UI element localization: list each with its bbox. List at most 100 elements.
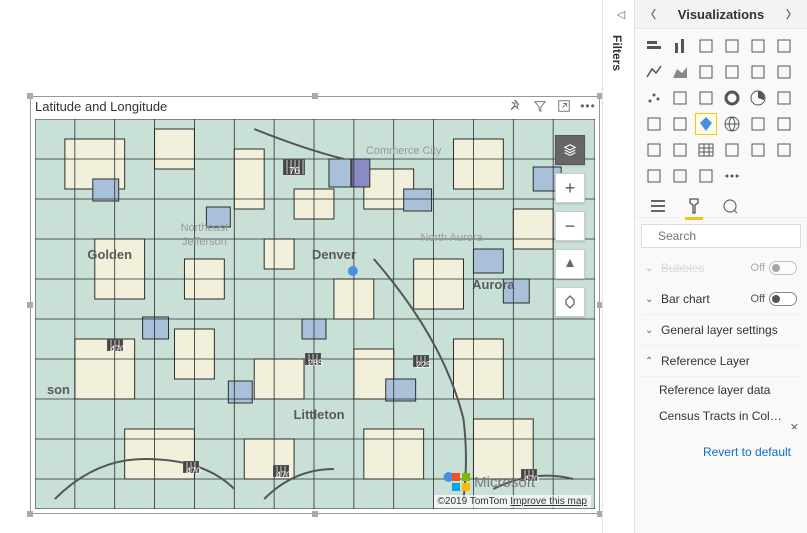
resize-handle[interactable] [312, 93, 318, 99]
visual-type-gauge[interactable] [773, 87, 795, 109]
visual-type-clustered-column[interactable] [721, 35, 743, 57]
visual-type-funnel[interactable] [669, 87, 691, 109]
bubbles-label: Bubbles [661, 261, 704, 275]
visual-type-ribbon[interactable] [747, 61, 769, 83]
reference-layer-label: Reference Layer [661, 354, 750, 368]
map-label-ne-1: Northeast [181, 222, 228, 234]
visual-type-more[interactable] [721, 165, 743, 187]
filters-pane-collapsed[interactable]: ◁ Filters [610, 4, 632, 524]
visualizations-header[interactable]: 〈 Visualizations 〉 [635, 0, 807, 29]
map-label-denver: Denver [312, 247, 356, 262]
map-label-golden: Golden [87, 247, 132, 262]
visual-type-table[interactable] [695, 139, 717, 161]
zoom-in-button[interactable]: + [555, 173, 585, 203]
map-label-ne-2: Jefferson [182, 236, 227, 248]
resize-handle[interactable] [312, 511, 318, 517]
reference-layer-file[interactable]: Census Tracts in Colorado... ✕ [641, 403, 801, 429]
resize-handle[interactable] [27, 93, 33, 99]
visual-type-arcgis-map[interactable] [721, 113, 743, 135]
expand-filters-icon[interactable]: ◁ [610, 4, 632, 21]
revert-to-default-link[interactable]: Revert to default [641, 429, 801, 465]
remove-layer-icon[interactable]: ✕ [790, 421, 799, 429]
focus-mode-icon[interactable] [557, 99, 571, 113]
expand-pane-icon[interactable]: 〉 [786, 6, 797, 22]
highway-shield: 76 [283, 159, 305, 175]
pitch-button[interactable] [555, 249, 585, 279]
map-label-son: son [47, 382, 70, 397]
bar-chart-label: Bar chart [661, 292, 710, 306]
visualizations-pane: 〈 Visualizations 〉 ⌄ Bubbles Off ⌄ Bar cha… [634, 0, 807, 533]
format-search[interactable] [641, 224, 801, 248]
visual-type-key-influencers[interactable] [669, 165, 691, 187]
visual-type-area[interactable] [669, 61, 691, 83]
map-label-aurora: Aurora [472, 277, 515, 292]
visual-type-line-column[interactable] [721, 61, 743, 83]
visual-type-treemap[interactable] [695, 87, 717, 109]
visual-type-stacked-column-100[interactable] [773, 35, 795, 57]
highway-shield: 285 [305, 353, 321, 365]
resize-handle[interactable] [27, 302, 33, 308]
resize-handle[interactable] [27, 511, 33, 517]
zoom-out-button[interactable]: − [555, 211, 585, 241]
highway-shield: 225 [413, 355, 429, 367]
visual-type-donut[interactable] [721, 87, 743, 109]
chevron-down-icon[interactable]: ⌄ [645, 294, 655, 305]
visual-type-multi-card[interactable] [669, 113, 691, 135]
visual-type-stacked-column[interactable] [669, 35, 691, 57]
visual-type-pie[interactable] [747, 87, 769, 109]
visual-type-line[interactable] [643, 61, 665, 83]
visual-type-python-visual[interactable] [773, 139, 795, 161]
map-attribution: ©2019 TomTom Improve this map [434, 495, 591, 508]
report-canvas[interactable]: Latitude and Longitude ••• [0, 0, 602, 533]
bar-chart-toggle[interactable] [769, 292, 797, 306]
format-tabs [635, 193, 807, 218]
chevron-down-icon[interactable]: ⌄ [645, 263, 655, 274]
chevron-up-icon[interactable]: ⌃ [645, 356, 655, 367]
map-layers-button[interactable] [555, 135, 585, 165]
visual-type-card[interactable] [643, 113, 665, 135]
visual-type-clustered-bar[interactable] [695, 35, 717, 57]
visual-type-stacked-bar-100[interactable] [747, 35, 769, 57]
collapse-pane-icon[interactable]: 〈 [645, 6, 656, 22]
pane-title: Visualizations [678, 7, 764, 22]
chevron-down-icon[interactable]: ⌄ [645, 325, 655, 336]
fields-tab[interactable] [649, 197, 667, 215]
format-tab[interactable] [685, 197, 703, 215]
filter-icon[interactable] [533, 99, 547, 113]
bubbles-toggle[interactable] [769, 261, 797, 275]
map-label-commerce-city: Commerce City [366, 145, 442, 157]
analytics-tab[interactable] [721, 197, 739, 215]
visual-type-shape-map[interactable] [669, 139, 691, 161]
visual-type-filled-map[interactable] [643, 139, 665, 161]
highway-shield: 470 [273, 465, 289, 477]
pane-divider [602, 0, 603, 533]
highway-shield: 470 [107, 339, 123, 351]
bar-chart-state: Off [751, 293, 765, 305]
more-options-icon[interactable]: ••• [581, 99, 595, 113]
visual-gallery [635, 29, 807, 193]
visual-type-kpi[interactable] [747, 113, 769, 135]
visual-type-waterfall[interactable] [773, 61, 795, 83]
visual-type-decomposition[interactable] [695, 165, 717, 187]
highway-shield: 470 [183, 461, 199, 473]
visual-type-stacked-bar[interactable] [643, 35, 665, 57]
filters-label: Filters [610, 35, 624, 71]
map-label-north-aurora: North Aurora [420, 232, 483, 244]
general-layer-label: General layer settings [661, 323, 778, 337]
visual-type-r-visual[interactable] [747, 139, 769, 161]
search-input[interactable] [658, 229, 807, 243]
map-label-littleton: Littleton [293, 407, 344, 422]
map-canvas[interactable]: Denver Golden Aurora Littleton Commerce … [35, 119, 595, 509]
visual-type-stacked-area[interactable] [695, 61, 717, 83]
microsoft-logo: Microsoft [452, 473, 535, 491]
improve-map-link[interactable]: Improve this map [510, 496, 587, 507]
reference-layer-data-label: Reference layer data [641, 377, 801, 403]
style-button[interactable] [555, 287, 585, 317]
visual-type-azure-map[interactable] [695, 113, 717, 135]
visual-type-slicer[interactable] [773, 113, 795, 135]
map-visual-frame[interactable]: Latitude and Longitude ••• [30, 96, 600, 514]
pin-icon[interactable] [509, 99, 523, 113]
visual-type-scatter[interactable] [643, 87, 665, 109]
visual-type-qna[interactable] [643, 165, 665, 187]
visual-type-matrix[interactable] [721, 139, 743, 161]
